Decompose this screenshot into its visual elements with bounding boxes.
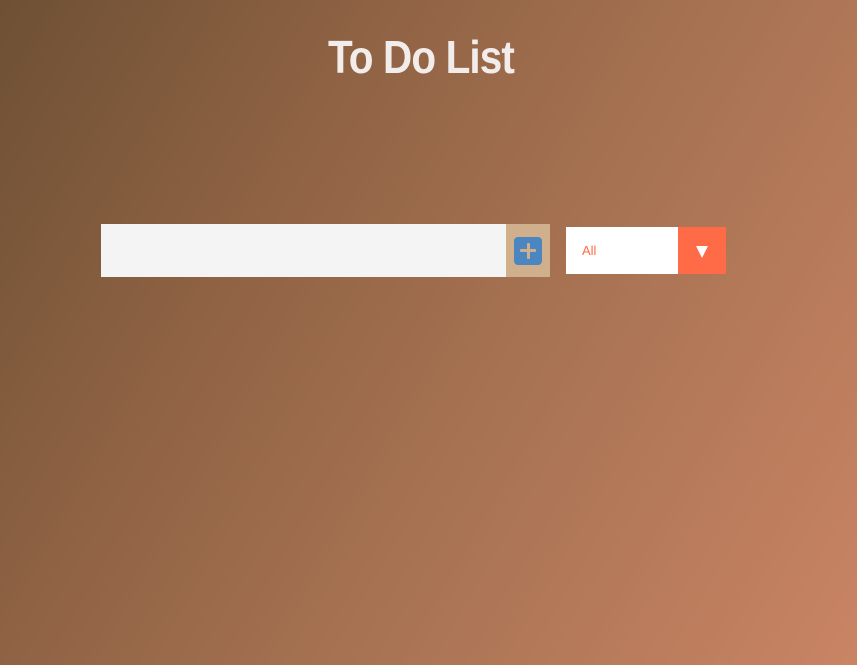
filter-select[interactable]: All (566, 227, 726, 274)
filter-selected-value: All (582, 243, 597, 258)
page-title: To Do List (327, 31, 515, 83)
add-todo-button[interactable] (506, 224, 550, 277)
filter-dropdown-button[interactable] (678, 227, 726, 274)
todo-input[interactable] (101, 224, 506, 277)
chevron-down-icon (696, 246, 708, 258)
plus-icon (514, 236, 542, 265)
todo-form (101, 224, 550, 277)
